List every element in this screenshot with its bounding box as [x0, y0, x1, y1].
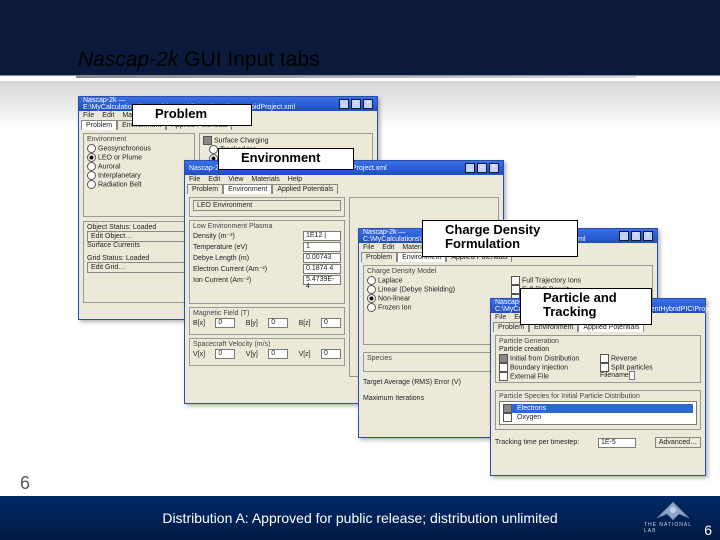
page-title: Nascap-2k GUI Input tabs: [78, 48, 320, 72]
species-list[interactable]: Electrons Oxygen: [499, 401, 697, 425]
ecur-input[interactable]: 0.1874 4: [303, 264, 341, 274]
chk-split[interactable]: Split particles: [600, 363, 697, 372]
object-status-panel: Object Status: Loaded Edit Object… Surfa…: [83, 221, 195, 303]
chk-boundary[interactable]: Boundary Injection: [499, 363, 596, 372]
chk-reverse[interactable]: Reverse: [600, 354, 697, 363]
tracking-time-input[interactable]: 1E-5: [598, 438, 636, 448]
close-icon[interactable]: ×: [643, 231, 653, 241]
surface-charging-check[interactable]: Surface Charging: [203, 136, 369, 145]
menu-file[interactable]: File: [83, 112, 94, 119]
callout-cdf: Charge Density Formulation: [422, 220, 578, 257]
opt-laplace[interactable]: Laplace: [367, 276, 505, 285]
close-icon[interactable]: ×: [489, 163, 499, 173]
close-icon[interactable]: ×: [363, 99, 373, 109]
advanced-button[interactable]: Advanced…: [655, 437, 701, 448]
tab-environment[interactable]: Environment: [223, 184, 272, 194]
minimize-icon[interactable]: _: [339, 99, 349, 109]
chk-external[interactable]: External File: [499, 372, 596, 381]
temperature-input[interactable]: 1: [303, 242, 341, 252]
opt-auroral[interactable]: Auroral: [87, 162, 191, 171]
edit-object-button[interactable]: Edit Object…: [87, 231, 191, 242]
tab-applied-potentials[interactable]: Applied Potentials: [272, 184, 338, 194]
lab-logo: THE NATIONAL LAB: [644, 500, 702, 534]
wings-icon: [653, 500, 693, 522]
chk-initial[interactable]: Initial from Distribution: [499, 354, 596, 363]
leo-env-button[interactable]: LEO Environment: [193, 200, 341, 211]
callout-problem: Problem: [132, 104, 252, 126]
debye-input[interactable]: 0.00743: [303, 253, 341, 263]
page-number-left: 6: [20, 473, 30, 494]
density-input[interactable]: 1E12 |: [303, 231, 341, 241]
maximize-icon[interactable]: □: [477, 163, 487, 173]
opt-leo[interactable]: LEO or Plume: [87, 153, 191, 162]
opt-interplanetary[interactable]: Interplanetary: [87, 171, 191, 180]
maximize-icon[interactable]: □: [631, 231, 641, 241]
maximize-icon[interactable]: □: [351, 99, 361, 109]
tab-problem[interactable]: Problem: [81, 120, 117, 130]
title-underline: [76, 76, 636, 78]
opt-linear[interactable]: Linear (Debye Shielding): [367, 285, 505, 294]
opt-radiation-belt[interactable]: Radiation Belt: [87, 180, 191, 189]
environment-panel: Environment Geosynchronous LEO or Plume …: [83, 133, 195, 217]
window-particle-tracking: Nascap-2k — C:\MyCalculations\Manuals\Dy…: [490, 298, 706, 476]
title-italic: Nascap-2k: [78, 48, 178, 71]
minimize-icon[interactable]: _: [465, 163, 475, 173]
tab-problem[interactable]: Problem: [361, 252, 397, 262]
callout-particle-tracking: Particle and Tracking: [520, 288, 652, 325]
menu-bar: File Edit View Materials Help: [185, 175, 503, 184]
icur-input[interactable]: 5.4739E-4: [303, 275, 341, 285]
opt-nonlinear[interactable]: Non-linear: [367, 294, 505, 303]
callout-environment: Environment: [218, 148, 354, 170]
opt-geosynchronous[interactable]: Geosynchronous: [87, 144, 191, 153]
page-number-right: 6: [704, 522, 712, 538]
tab-problem[interactable]: Problem: [187, 184, 223, 194]
minimize-icon[interactable]: _: [619, 231, 629, 241]
distribution-footer: Distribution A: Approved for public rele…: [0, 496, 720, 540]
menu-edit[interactable]: Edit: [102, 112, 114, 119]
opt-frozen[interactable]: Frozen Ion: [367, 303, 505, 312]
edit-grid-button[interactable]: Edit Grid…: [87, 262, 191, 273]
